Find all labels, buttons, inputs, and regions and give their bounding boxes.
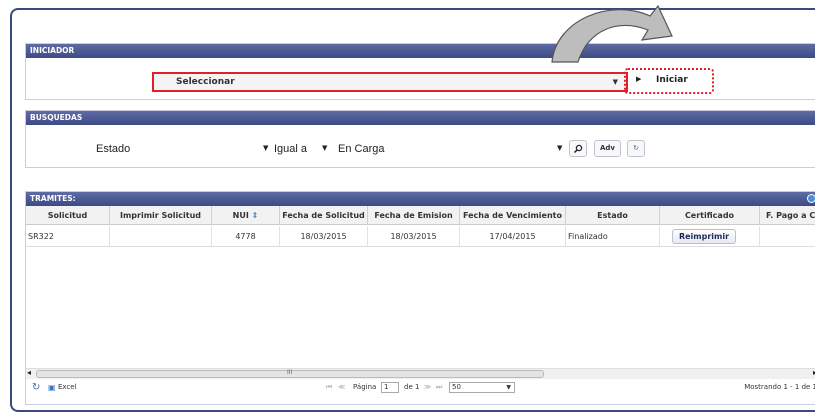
chevron-down-icon[interactable]: ▼ <box>557 144 562 152</box>
table-row[interactable]: SR322 4778 18/03/2015 18/03/2015 17/04/2… <box>26 226 815 247</box>
first-page-icon[interactable]: ⏮ <box>326 383 332 392</box>
iniciar-button[interactable]: ▶ Iniciar <box>624 68 714 94</box>
iniciar-label: Iniciar <box>656 75 688 85</box>
mostrando-label: Mostrando 1 - 1 de 1 <box>744 383 815 391</box>
refresh-icon[interactable]: ↻ <box>627 140 645 157</box>
search-operator-select[interactable]: Igual a <box>274 143 307 155</box>
pagina-label: Página <box>353 383 377 391</box>
cell-fecha-vencimiento: 17/04/2015 <box>460 226 566 247</box>
col-fecha-solicitud[interactable]: Fecha de Solicitud <box>280 206 368 225</box>
next-page-icon[interactable]: ≫ <box>424 383 431 391</box>
chevron-down-icon: ▼ <box>506 384 511 391</box>
col-fecha-vencimiento[interactable]: Fecha de Vencimiento <box>460 206 566 225</box>
horizontal-scrollbar[interactable]: ◂ III ▸ <box>26 368 815 379</box>
scroll-grip: III <box>287 369 293 376</box>
iniciador-panel: INICIADOR Seleccionar ▼ ▶ Iniciar <box>25 43 815 100</box>
chevron-down-icon: ▼ <box>612 78 618 86</box>
refresh-icon[interactable]: ↻ <box>32 382 40 393</box>
busquedas-header: BUSQUEDAS <box>26 111 815 125</box>
prev-page-icon[interactable]: ≪ <box>338 383 345 391</box>
collapse-icon[interactable] <box>807 194 815 203</box>
tramite-type-select[interactable]: Seleccionar ▼ <box>152 72 628 92</box>
excel-icon[interactable]: ▣ <box>48 383 56 392</box>
tramites-title: TRAMITES: <box>30 194 76 203</box>
cell-estado: Finalizado <box>566 226 660 247</box>
col-f-pago[interactable]: F. Pago a C <box>760 206 815 225</box>
col-estado[interactable]: Estado <box>566 206 660 225</box>
scroll-left-icon[interactable]: ◂ <box>27 368 31 377</box>
page-input[interactable]: 1 <box>381 382 399 393</box>
cell-imprimir <box>110 226 212 247</box>
select-value: Seleccionar <box>176 77 235 87</box>
cell-certificado: Reimprimir <box>660 226 760 247</box>
col-nui[interactable]: NUI ⇕ <box>212 206 280 225</box>
grid-header: Solicitud Imprimir Solicitud NUI ⇕ Fecha… <box>26 206 815 225</box>
cell-solicitud: SR322 <box>26 226 110 247</box>
reimprimir-button[interactable]: Reimprimir <box>672 229 736 244</box>
col-certificado[interactable]: Certificado <box>660 206 760 225</box>
sort-icon: ⇕ <box>251 211 259 220</box>
chevron-down-icon[interactable]: ▼ <box>263 144 268 152</box>
cell-fecha-emision: 18/03/2015 <box>368 226 460 247</box>
cell-f-pago <box>760 226 815 247</box>
search-field-select[interactable]: Estado <box>96 143 130 155</box>
pager-bar: ↻ ▣ Excel ⏮ ≪ Página 1 de 1 ≫ ⏭ 50 ▼ Mos… <box>26 380 815 400</box>
tramites-header: TRAMITES: <box>26 192 815 206</box>
iniciador-header: INICIADOR <box>26 44 815 58</box>
cell-nui: 4778 <box>212 226 280 247</box>
col-solicitud[interactable]: Solicitud <box>26 206 110 225</box>
search-button[interactable] <box>569 140 587 157</box>
search-value-select[interactable]: En Carga <box>338 143 384 155</box>
col-fecha-emision[interactable]: Fecha de Emision <box>368 206 460 225</box>
search-icon <box>573 144 583 154</box>
tramites-panel: TRAMITES: Solicitud Imprimir Solicitud N… <box>25 191 815 405</box>
de-label: de 1 <box>404 383 420 391</box>
last-page-icon[interactable]: ⏭ <box>436 383 442 392</box>
col-nui-label: NUI <box>232 211 249 220</box>
page-size-select[interactable]: 50 ▼ <box>449 382 515 393</box>
busquedas-panel: BUSQUEDAS Estado ▼ Igual a ▼ En Carga ▼ … <box>25 110 815 168</box>
play-icon: ▶ <box>636 75 642 83</box>
advanced-search-button[interactable]: Adv <box>594 140 621 157</box>
col-imprimir-solicitud[interactable]: Imprimir Solicitud <box>110 206 212 225</box>
excel-link[interactable]: Excel <box>58 383 77 391</box>
scrollbar-thumb[interactable]: III <box>36 369 544 378</box>
chevron-down-icon[interactable]: ▼ <box>322 144 327 152</box>
cell-fecha-solicitud: 18/03/2015 <box>280 226 368 247</box>
page-size-value: 50 <box>452 383 461 391</box>
